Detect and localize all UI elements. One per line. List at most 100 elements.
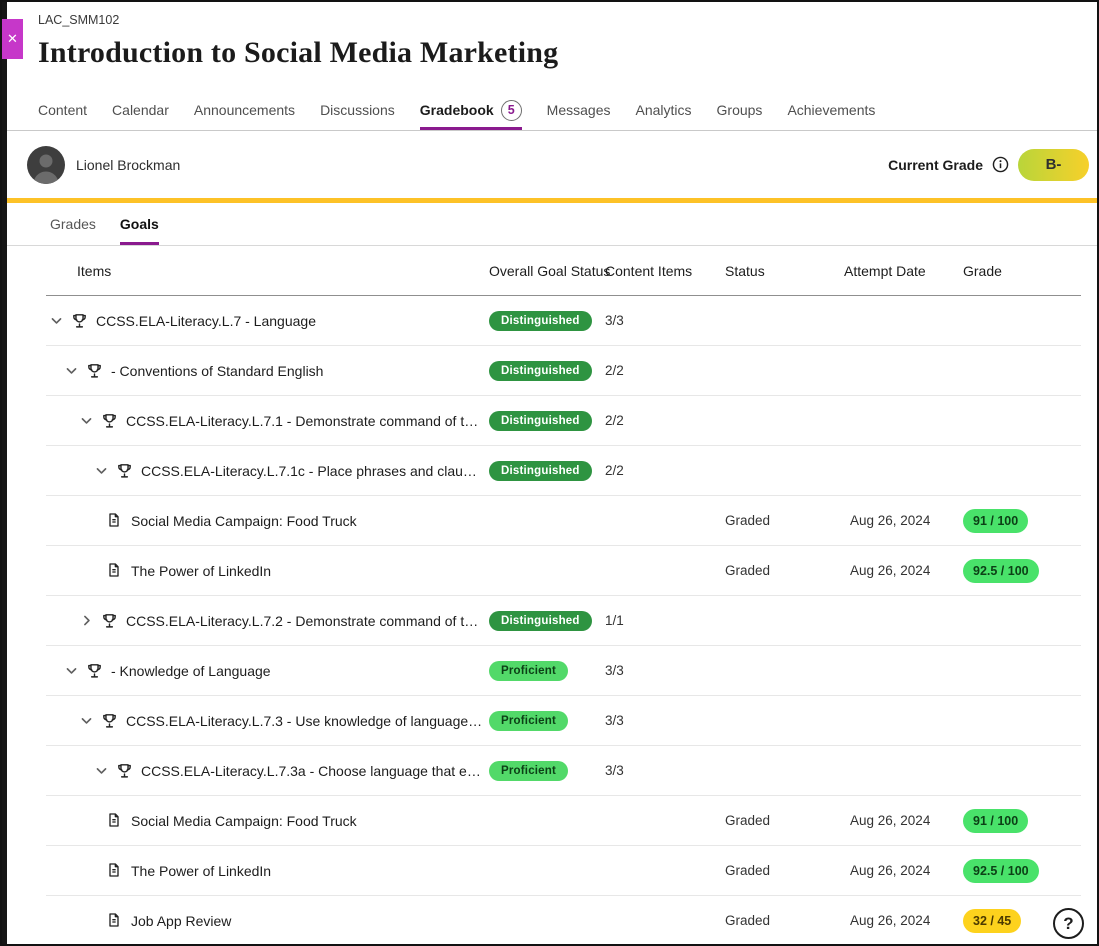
expand-chevron-icon[interactable] (91, 461, 111, 481)
row-label: CCSS.ELA-Literacy.L.7.2 - Demonstrate co… (126, 613, 489, 629)
goal-icon (116, 762, 133, 779)
nav-tab[interactable]: Groups (717, 90, 763, 130)
content-items-cell: 3/3 (605, 763, 725, 778)
goal-icon (71, 312, 88, 329)
items-cell: CCSS.ELA-Literacy.L.7.3a - Choose langua… (46, 761, 489, 781)
table-row: Social Media Campaign: Food Truck Graded… (46, 796, 1081, 846)
row-label: CCSS.ELA-Literacy.L.7 - Language (96, 313, 322, 329)
expand-chevron-icon[interactable] (76, 611, 96, 631)
avatar (27, 146, 65, 184)
grade-cell: 91 / 100 (963, 809, 1081, 833)
row-label: CCSS.ELA-Literacy.L.7.3a - Choose langua… (141, 763, 489, 779)
row-label: - Conventions of Standard English (111, 363, 329, 379)
attempt-date-cell: Aug 26, 2024 (844, 863, 963, 878)
expand-chevron-icon[interactable] (76, 411, 96, 431)
goal-icon (86, 662, 103, 679)
close-icon: ✕ (7, 31, 18, 47)
nav-tab[interactable]: Calendar (112, 90, 169, 130)
row-label: CCSS.ELA-Literacy.L.7.1 - Demonstrate co… (126, 413, 489, 429)
status-cell: Graded (725, 913, 844, 928)
expand-chevron-icon[interactable] (61, 361, 81, 381)
table-row: CCSS.ELA-Literacy.L.7.1 - Demonstrate co… (46, 396, 1081, 446)
goal-status-cell: Distinguished (489, 611, 605, 631)
content-items-cell: 1/1 (605, 613, 725, 628)
course-title: Introduction to Social Media Marketing (38, 36, 1073, 70)
items-cell: - Knowledge of Language (46, 661, 489, 681)
nav-tab-label: Analytics (635, 102, 691, 118)
content-items-cell: 2/2 (605, 413, 725, 428)
current-grade-label: Current Grade (888, 157, 983, 173)
panel-close-button[interactable]: ✕ (2, 19, 23, 59)
current-grade-pill[interactable]: B- (1018, 149, 1089, 181)
document-icon (106, 862, 123, 879)
goal-status-badge: Proficient (489, 711, 568, 731)
expand-chevron-icon[interactable] (91, 761, 111, 781)
nav-tab[interactable]: Achievements (787, 90, 875, 130)
goal-status-cell: Distinguished (489, 361, 605, 381)
gradebook-count-badge: 5 (501, 100, 522, 121)
help-button[interactable]: ? (1053, 908, 1084, 939)
goal-status-badge: Distinguished (489, 461, 592, 481)
nav-tab[interactable]: Messages (547, 90, 611, 130)
nav-tab[interactable]: Announcements (194, 90, 295, 130)
subtabs: Grades Goals (2, 203, 1097, 246)
current-grade-group: Current Grade B- (888, 149, 1089, 181)
subtab-label: Grades (50, 216, 96, 232)
info-icon[interactable] (992, 156, 1009, 173)
nav-tab-label: Achievements (787, 102, 875, 118)
question-icon: ? (1063, 914, 1073, 934)
items-cell: The Power of LinkedIn (46, 862, 489, 879)
subtab[interactable]: Grades (50, 203, 96, 245)
course-nav: Content Calendar Announcements Discussio… (2, 90, 1097, 131)
table-row: CCSS.ELA-Literacy.L.7.1c - Place phrases… (46, 446, 1081, 496)
goal-status-cell: Proficient (489, 761, 605, 781)
content-items-cell: 3/3 (605, 313, 725, 328)
status-cell: Graded (725, 513, 844, 528)
col-overall-goal-status: Overall Goal Status (489, 263, 605, 279)
goal-icon (101, 612, 118, 629)
grade-cell: 92.5 / 100 (963, 859, 1081, 883)
nav-tab[interactable]: Gradebook 5 (420, 90, 522, 130)
person-icon (27, 146, 65, 184)
student-name: Lionel Brockman (76, 157, 180, 173)
expand-chevron-icon[interactable] (76, 711, 96, 731)
row-label: CCSS.ELA-Literacy.L.7.1c - Place phrases… (141, 463, 489, 479)
items-cell: Job App Review (46, 912, 489, 929)
row-label: - Knowledge of Language (111, 663, 277, 679)
goal-status-badge: Distinguished (489, 361, 592, 381)
table-row: CCSS.ELA-Literacy.L.7.3a - Choose langua… (46, 746, 1081, 796)
expand-chevron-icon[interactable] (46, 311, 66, 331)
table-row: - Conventions of Standard English Distin… (46, 346, 1081, 396)
attempt-date-cell: Aug 26, 2024 (844, 813, 963, 828)
goal-status-badge: Distinguished (489, 311, 592, 331)
nav-tab[interactable]: Content (38, 90, 87, 130)
row-label: The Power of LinkedIn (131, 563, 277, 579)
goal-icon (101, 712, 118, 729)
items-cell: CCSS.ELA-Literacy.L.7.3 - Use knowledge … (46, 711, 489, 731)
nav-tab[interactable]: Analytics (635, 90, 691, 130)
table-row: CCSS.ELA-Literacy.L.7.2 - Demonstrate co… (46, 596, 1081, 646)
grade-badge: 32 / 45 (963, 909, 1021, 933)
items-cell: Social Media Campaign: Food Truck (46, 812, 489, 829)
table-header: Items Overall Goal Status Content Items … (46, 246, 1081, 296)
nav-tab-label: Announcements (194, 102, 295, 118)
goal-icon (86, 362, 103, 379)
col-content-items: Content Items (605, 263, 725, 279)
table-row: The Power of LinkedIn Graded Aug 26, 202… (46, 546, 1081, 596)
goal-status-badge: Proficient (489, 761, 568, 781)
status-cell: Graded (725, 813, 844, 828)
goal-icon (101, 412, 118, 429)
expand-chevron-icon[interactable] (61, 661, 81, 681)
nav-tab-label: Gradebook (420, 102, 494, 118)
grade-badge: 92.5 / 100 (963, 559, 1039, 583)
subtab[interactable]: Goals (120, 203, 159, 245)
table-row: CCSS.ELA-Literacy.L.7 - Language Disting… (46, 296, 1081, 346)
goal-status-badge: Proficient (489, 661, 568, 681)
nav-tab[interactable]: Discussions (320, 90, 395, 130)
attempt-date-cell: Aug 26, 2024 (844, 513, 963, 528)
app-window: ✕ LAC_SMM102 Introduction to Social Medi… (0, 0, 1099, 946)
left-edge-panel (2, 2, 7, 944)
attempt-date-cell: Aug 26, 2024 (844, 913, 963, 928)
col-items: Items (46, 263, 489, 279)
document-icon (106, 512, 123, 529)
